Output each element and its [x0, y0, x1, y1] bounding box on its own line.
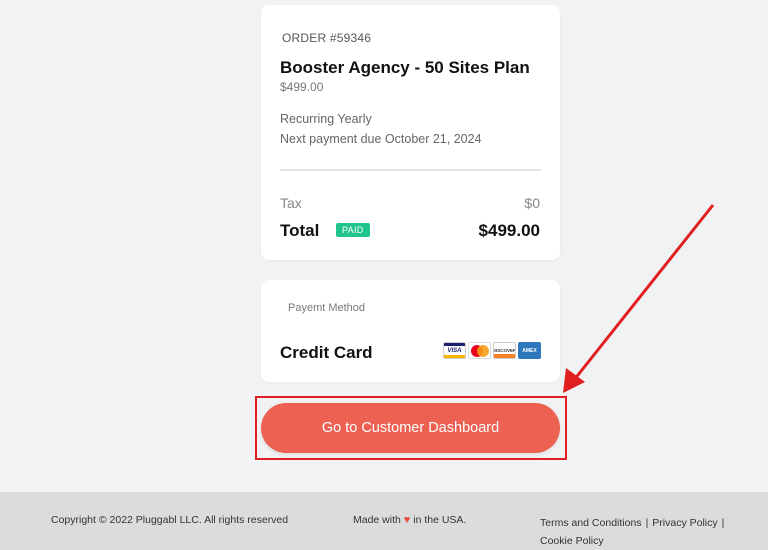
go-to-dashboard-button[interactable]: Go to Customer Dashboard [261, 403, 560, 453]
recurring-info: Recurring Yearly [280, 112, 372, 126]
link-separator: | [721, 517, 725, 529]
tax-value: $0 [524, 195, 540, 211]
copyright-text: Copyright © 2022 Pluggabl LLC. All right… [51, 514, 289, 526]
privacy-link[interactable]: Privacy Policy [652, 517, 717, 529]
total-label: Total [280, 221, 320, 240]
terms-link[interactable]: Terms and Conditions [540, 517, 642, 529]
card-logos: VISA DISCOVER AMEX [443, 342, 541, 359]
cookie-policy-link[interactable]: Cookie Policy [540, 535, 604, 547]
order-summary-card: ORDER #59346 Booster Agency - 50 Sites P… [261, 5, 560, 260]
divider [280, 169, 541, 171]
next-payment-date: Next payment due October 21, 2024 [280, 132, 482, 146]
total-value: $499.00 [478, 221, 540, 240]
made-with-text: Made with ♥ in the USA. [353, 514, 466, 526]
order-number: ORDER #59346 [282, 31, 372, 45]
payment-method-card: Payemt Method Credit Card VISA DISCOVER … [261, 280, 560, 382]
made-with-prefix: Made with [353, 514, 401, 526]
payment-method-label: Payemt Method [288, 302, 366, 314]
amex-logo-icon: AMEX [518, 342, 541, 359]
visa-logo-icon: VISA [443, 342, 466, 359]
paid-status-badge: PAID [336, 223, 370, 237]
plan-price: $499.00 [280, 80, 324, 94]
discover-logo-icon: DISCOVER [493, 342, 516, 359]
payment-method-type: Credit Card [280, 343, 373, 362]
plan-name: Booster Agency - 50 Sites Plan [280, 58, 530, 77]
tax-label: Tax [280, 195, 302, 211]
footer: Copyright © 2022 Pluggabl LLC. All right… [0, 492, 768, 550]
made-with-suffix: in the USA. [413, 514, 467, 526]
footer-links: Terms and Conditions | Privacy Policy | Coo… [540, 514, 750, 550]
heart-icon: ♥ [403, 514, 411, 526]
mastercard-logo-icon [468, 342, 491, 359]
link-separator: | [645, 517, 649, 529]
